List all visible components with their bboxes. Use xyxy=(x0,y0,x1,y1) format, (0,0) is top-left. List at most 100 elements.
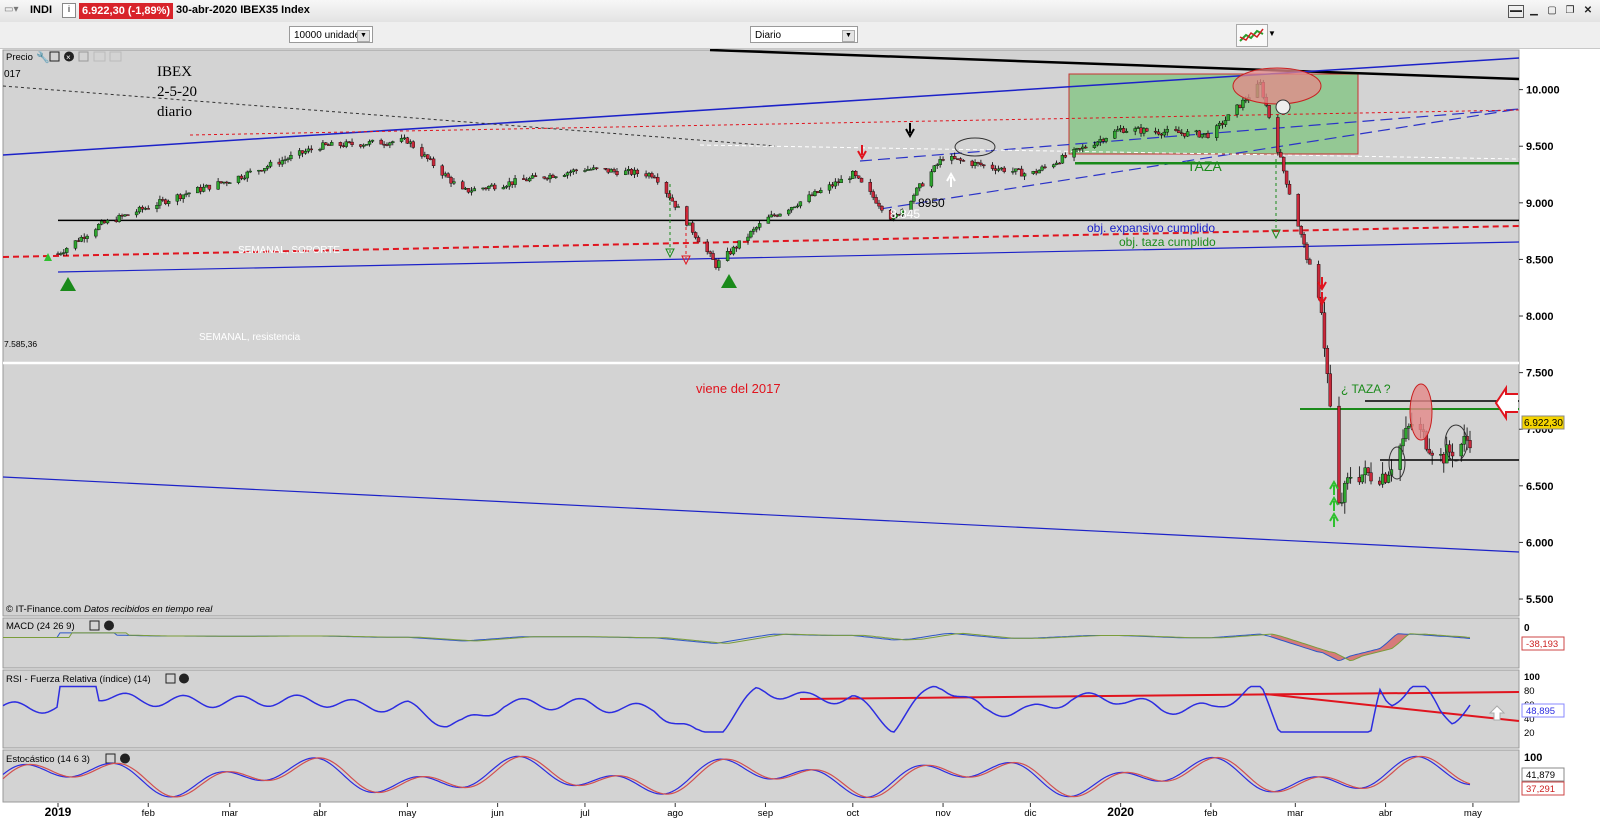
candle-body xyxy=(1060,155,1065,164)
candle-body xyxy=(507,181,511,187)
candle-body xyxy=(158,199,162,206)
candle-body xyxy=(929,171,934,187)
candle-body xyxy=(140,206,145,210)
candle-body xyxy=(405,137,410,144)
candle-body xyxy=(1078,148,1082,150)
candle-body xyxy=(830,184,835,187)
candle-body xyxy=(574,169,578,172)
window-menu-icon[interactable]: ▭▾ xyxy=(4,4,18,15)
wrench-icon[interactable]: 🔧 xyxy=(36,50,50,64)
candle-body xyxy=(1162,131,1167,136)
obj-taza-label: obj. taza cumplido xyxy=(1119,235,1216,249)
price-panel-label: Precio xyxy=(6,52,33,63)
candle-body xyxy=(1308,259,1312,265)
close-circle-icon[interactable] xyxy=(104,620,114,631)
candle-body xyxy=(411,141,415,148)
candle-body xyxy=(979,162,983,166)
maximize-icon[interactable]: ▢ xyxy=(1546,5,1558,16)
candle-body xyxy=(1287,184,1292,195)
candle-body xyxy=(1279,152,1283,158)
chart-area[interactable]: 10.0009.5009.0008.5008.0007.5007.0006.50… xyxy=(0,49,1600,835)
candle-body xyxy=(402,137,407,139)
candle-body xyxy=(164,199,168,204)
chart-type-dropdown-icon[interactable]: ▼ xyxy=(1268,29,1276,38)
candle-body xyxy=(545,177,549,180)
stoch-panel-label: Estocástico (14 6 3) xyxy=(6,754,90,765)
x-tick-label: may xyxy=(1464,808,1482,819)
period-select[interactable]: Diario ▼ xyxy=(750,26,858,43)
candle-body xyxy=(1002,167,1006,172)
panel-layout-icon[interactable]: ▬▬ xyxy=(1508,5,1524,18)
candle-body xyxy=(1325,348,1330,374)
candle-body xyxy=(548,174,552,180)
minimize-icon[interactable]: ▁ xyxy=(1528,5,1540,16)
candle-body xyxy=(766,216,771,224)
candle-body xyxy=(350,141,354,145)
candle-body xyxy=(1203,133,1207,135)
candle-body xyxy=(880,205,884,211)
candle-body xyxy=(277,161,281,165)
close-icon[interactable]: ✕ xyxy=(1582,5,1594,16)
x-tick-label: nov xyxy=(935,808,951,819)
candle-body xyxy=(105,220,110,224)
candle-body xyxy=(798,201,803,207)
candle-body xyxy=(1215,125,1219,138)
candle-body xyxy=(146,208,150,210)
candle-body xyxy=(85,235,89,239)
candle-body xyxy=(632,169,637,175)
close-circle-icon[interactable] xyxy=(120,753,130,764)
candle-body xyxy=(1223,120,1228,125)
candle-body xyxy=(1383,473,1388,483)
copyright-text: © IT-Finance.com xyxy=(6,604,81,615)
candle-body xyxy=(976,162,980,164)
level-8845-label: 8.845 xyxy=(890,207,920,221)
candle-body xyxy=(268,161,273,167)
candle-body xyxy=(650,173,654,178)
candle-body xyxy=(711,253,715,260)
x-tick-label: 2019 xyxy=(45,805,72,819)
candle-body xyxy=(792,206,797,209)
candle-body xyxy=(367,141,372,145)
taza-question-label: ¿ TAZA ? xyxy=(1341,382,1391,396)
candle-body xyxy=(309,148,313,151)
restore-icon[interactable]: ❐ xyxy=(1564,5,1576,16)
candle-body xyxy=(338,142,343,146)
candle-body xyxy=(155,205,159,209)
candlestick-chart-icon[interactable] xyxy=(1236,24,1268,47)
candle-body xyxy=(589,169,593,171)
candle-body xyxy=(1092,144,1097,148)
candle-body xyxy=(565,172,570,176)
candle-body xyxy=(1357,477,1362,483)
candle-body xyxy=(361,144,366,147)
units-select[interactable]: 10000 unidades ▼ xyxy=(289,26,373,43)
candle-body xyxy=(1101,139,1105,142)
candle-body xyxy=(82,236,86,239)
candle-body xyxy=(504,186,509,188)
candle-body xyxy=(1404,427,1408,439)
close-circle-icon[interactable] xyxy=(179,673,189,684)
candle-body xyxy=(1217,122,1222,126)
candle-body xyxy=(690,222,695,233)
candle-body xyxy=(79,236,83,242)
candle-body xyxy=(626,169,631,171)
y-tick-label: 8.500 xyxy=(1526,254,1554,266)
candle-body xyxy=(973,162,977,166)
candle-body xyxy=(1054,162,1059,165)
candle-body xyxy=(303,151,308,154)
candle-body xyxy=(787,209,791,215)
candle-body xyxy=(510,181,514,185)
x-tick-label: sep xyxy=(758,808,773,819)
candle-body xyxy=(181,194,185,199)
chart-header-text: 30-abr-2020 IBEX35 Index xyxy=(176,4,310,16)
rsi-y-tick-label: 80 xyxy=(1524,686,1535,697)
info-icon[interactable]: i xyxy=(62,3,76,18)
rsi-value: 48,895 xyxy=(1526,706,1555,717)
candle-body xyxy=(1447,444,1452,453)
candle-body xyxy=(1104,138,1108,142)
weekly-resistance-label: SEMANAL, resistencia xyxy=(199,332,301,343)
candle-body xyxy=(1462,436,1466,445)
candle-body xyxy=(1040,166,1044,171)
candle-body xyxy=(306,148,311,152)
candle-body xyxy=(693,232,698,238)
candle-body xyxy=(388,142,392,146)
